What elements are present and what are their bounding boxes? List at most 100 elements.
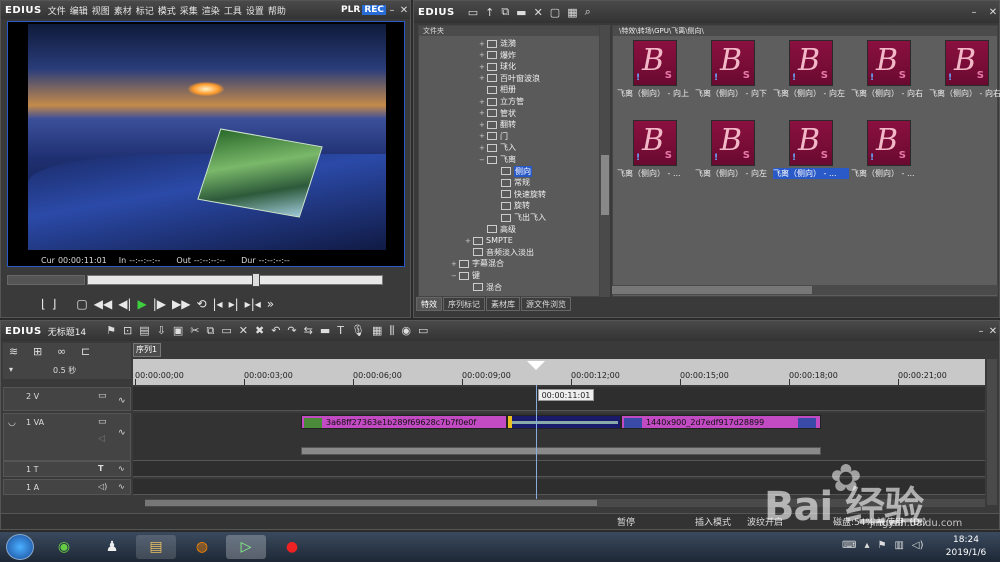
shuttle-slider[interactable] bbox=[7, 275, 85, 285]
new-sequence-icon[interactable]: ⚑ bbox=[106, 324, 116, 338]
expander-icon[interactable]: + bbox=[479, 74, 487, 82]
flag-icon[interactable]: ⚑ bbox=[877, 540, 886, 551]
prev-edit-icon[interactable]: |◂ bbox=[213, 297, 223, 311]
transition-clip[interactable] bbox=[507, 415, 621, 429]
tab-sequence-markers[interactable]: 序列标记 bbox=[443, 297, 485, 311]
expander-icon[interactable]: + bbox=[479, 63, 487, 71]
firefox-icon[interactable]: ◍ bbox=[182, 535, 222, 559]
tree-item[interactable]: − 飞离 bbox=[479, 154, 516, 165]
tree-item[interactable]: 旋转 bbox=[493, 200, 530, 211]
player-scrub-bar[interactable] bbox=[7, 273, 407, 287]
tree-item[interactable]: + SMPTE bbox=[465, 235, 513, 246]
tree-item[interactable]: 混合 bbox=[465, 282, 502, 293]
qq-icon[interactable]: ♟ bbox=[92, 535, 132, 559]
rec-toggle[interactable]: REC bbox=[362, 5, 386, 15]
track-header-1a[interactable]: 1 A ◁) ∿ bbox=[3, 479, 131, 495]
tree-item[interactable]: 高级 bbox=[479, 224, 516, 235]
ripple-delete-icon[interactable]: ✖ bbox=[255, 324, 264, 338]
wave-icon[interactable]: ∿ bbox=[118, 396, 126, 406]
video-mute-icon[interactable]: ▭ bbox=[98, 391, 107, 401]
insert-icon[interactable]: ▸|◂ bbox=[245, 297, 261, 311]
link-icon[interactable]: ∞ bbox=[57, 345, 66, 358]
capture-icon[interactable]: ⊡ bbox=[123, 324, 132, 338]
edius-taskbar-icon[interactable]: ▷ bbox=[226, 535, 266, 559]
track-add-icon[interactable]: ⊞ bbox=[33, 345, 42, 358]
expander-icon[interactable]: + bbox=[465, 237, 473, 245]
tree-item[interactable]: + 球化 bbox=[479, 61, 516, 72]
tree-item[interactable]: + 飞入 bbox=[479, 142, 516, 153]
step-forward-icon[interactable]: |▶ bbox=[153, 297, 166, 311]
file-explorer-icon[interactable]: ▤ bbox=[136, 535, 176, 559]
tree-item[interactable]: 侧向 bbox=[493, 165, 532, 177]
up-folder-icon[interactable]: ↑ bbox=[485, 6, 494, 19]
menu-render[interactable]: 渲染 bbox=[202, 4, 220, 17]
tree-item[interactable]: + 立方管 bbox=[479, 96, 524, 107]
menu-file[interactable]: 文件 bbox=[48, 4, 66, 17]
close-icon[interactable]: ✕ bbox=[987, 7, 999, 18]
time-ruler[interactable]: 00:00:00;00 00:00:03;00 00:00:06;00 00:00:0… bbox=[133, 359, 985, 385]
save-icon[interactable]: ▣ bbox=[173, 324, 183, 338]
effect-clip[interactable]: B S! 飞离（侧向） - 向右 bbox=[851, 36, 927, 106]
tab-source-browser[interactable]: 源文件浏览 bbox=[521, 297, 571, 311]
expander-icon[interactable]: + bbox=[479, 51, 487, 59]
undo-icon[interactable]: ↶ bbox=[271, 324, 280, 338]
audio-clip-bar[interactable] bbox=[301, 447, 821, 455]
minimize-icon[interactable]: – bbox=[968, 7, 980, 18]
cut-icon[interactable]: ✂ bbox=[190, 324, 199, 338]
tree-item[interactable]: + 翻转 bbox=[479, 119, 516, 130]
expander-icon[interactable]: − bbox=[479, 156, 487, 164]
tree-item[interactable]: − 键 bbox=[451, 270, 480, 281]
title-track-icon[interactable]: T bbox=[98, 464, 103, 473]
properties-icon[interactable]: ▢ bbox=[550, 6, 560, 19]
status-insert-mode[interactable]: 插入模式 bbox=[695, 515, 731, 528]
render-icon[interactable]: ◉ bbox=[401, 324, 411, 338]
tree-item[interactable]: 常规 bbox=[493, 177, 530, 188]
keyboard-icon[interactable]: ⌨ bbox=[842, 540, 856, 551]
taskbar-clock[interactable]: 18:24 2019/1/6 bbox=[936, 534, 996, 560]
paste-icon[interactable]: ▭ bbox=[221, 324, 231, 338]
browser-360-icon[interactable]: ◉ bbox=[44, 535, 84, 559]
effect-clip[interactable]: B S! 飞离（侧向） - 向左 bbox=[695, 116, 771, 186]
menu-mode[interactable]: 模式 bbox=[158, 4, 176, 17]
expander-icon[interactable]: + bbox=[451, 260, 459, 268]
menu-view[interactable]: 视图 bbox=[92, 4, 110, 17]
tab-sequence1[interactable]: 序列1 bbox=[133, 343, 161, 357]
position-knob[interactable] bbox=[251, 273, 260, 287]
wave-icon[interactable]: ∿ bbox=[118, 482, 125, 491]
set-out-icon[interactable]: ⌋ bbox=[52, 297, 57, 311]
tree-item[interactable]: + 爆炸 bbox=[479, 50, 516, 61]
effect-clip[interactable]: B S! 飞离（侧向） - ... bbox=[617, 116, 693, 186]
volume-icon[interactable]: ◁) bbox=[912, 540, 924, 551]
loop-icon[interactable]: ⟲ bbox=[196, 297, 206, 311]
track-mode-icon[interactable]: ≋ bbox=[9, 345, 18, 358]
wave-icon[interactable]: ∿ bbox=[118, 464, 125, 473]
expander-icon[interactable]: + bbox=[479, 144, 487, 152]
audio-icon[interactable]: ◁ bbox=[98, 434, 105, 444]
effect-clip[interactable]: B S! 飞离（侧向） - 向左 bbox=[773, 36, 849, 106]
menu-tools[interactable]: 工具 bbox=[224, 4, 242, 17]
expander-icon[interactable]: + bbox=[479, 40, 487, 48]
view-mode-icon[interactable]: ▦ bbox=[567, 6, 577, 19]
preview-monitor[interactable] bbox=[7, 21, 405, 267]
tree-item[interactable]: + 涟漪 bbox=[479, 38, 516, 49]
mixer-icon[interactable]: ▦ bbox=[372, 324, 382, 338]
video-mute-icon[interactable]: ▭ bbox=[98, 417, 107, 427]
group-icon[interactable]: ⊏ bbox=[81, 345, 90, 358]
menu-help[interactable]: 帮助 bbox=[268, 4, 286, 17]
expand-icon[interactable]: ▾ bbox=[9, 365, 13, 374]
set-in-icon[interactable]: ⌊ bbox=[41, 297, 46, 311]
track-header-2v[interactable]: 2 V ▭ ∿ bbox=[3, 387, 131, 411]
add-title-icon[interactable]: T bbox=[337, 324, 344, 338]
effect-clip[interactable]: B S! 飞离（侧向） - ... bbox=[851, 116, 927, 186]
export-icon[interactable]: ▭ bbox=[418, 324, 428, 338]
playhead-marker[interactable] bbox=[527, 361, 545, 370]
tree-item[interactable]: 音频淡入淡出 bbox=[465, 247, 534, 258]
minimize-icon[interactable]: – bbox=[386, 5, 398, 16]
zoom-level[interactable]: 0.5 秒 bbox=[53, 365, 76, 376]
patch-icon[interactable]: ◡ bbox=[8, 418, 16, 428]
tree-scrollbar[interactable] bbox=[600, 25, 610, 297]
timeline-clip-c[interactable]: 1440x900_2d7edf917d28899 bbox=[621, 415, 821, 429]
expander-icon[interactable]: + bbox=[479, 132, 487, 140]
effect-clip[interactable]: B S! 飞离（侧向） - 向下 bbox=[695, 36, 771, 106]
position-track[interactable] bbox=[87, 275, 383, 285]
